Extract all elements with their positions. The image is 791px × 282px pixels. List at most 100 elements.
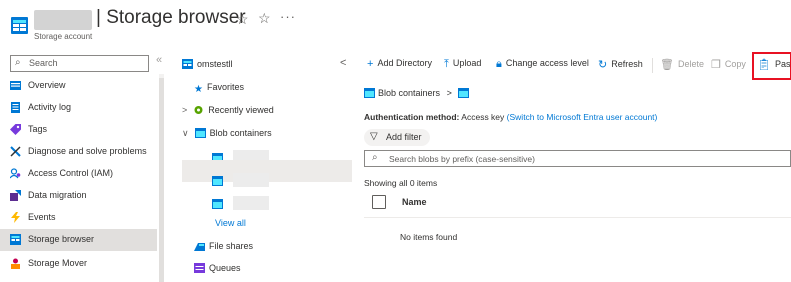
tree-account-label: omstestll (197, 59, 233, 69)
trash-icon: 🗑︎ (660, 59, 674, 71)
star-icon: ★ (194, 84, 203, 95)
page-title: | Storage browser (96, 7, 246, 28)
view-all-link[interactable]: View all (215, 218, 246, 228)
lightning-icon (11, 212, 20, 223)
copy-icon: ❐ (711, 59, 721, 71)
blob-search-input[interactable]: ⌕ Search blobs by prefix (case-sensitive… (364, 150, 791, 167)
refresh-button[interactable]: ↻ Refresh (598, 58, 643, 74)
add-directory-button[interactable]: + Add Directory (367, 58, 432, 74)
tree-favorites-label: Favorites (206, 82, 244, 92)
tree-container-3[interactable] (212, 196, 269, 210)
delete-button[interactable]: 🗑︎ Delete (660, 58, 704, 74)
menu-search-placeholder: Search (29, 58, 58, 68)
refresh-label: Refresh (611, 59, 643, 69)
upload-label: Upload (452, 58, 482, 68)
change-access-level-button[interactable]: 🔒︎ Change access level (496, 58, 589, 74)
storage-mover-icon (11, 258, 20, 269)
redacted-container-name (233, 173, 269, 187)
overview-icon (10, 81, 21, 90)
menu-item-activity-log[interactable]: Activity log (0, 97, 157, 119)
activity-log-icon (11, 102, 20, 113)
tree-favorites[interactable]: ★ Favorites (194, 82, 244, 95)
upload-button[interactable]: ⤒ Upload (444, 58, 481, 74)
change-access-label: Change access level (505, 58, 589, 68)
switch-auth-link[interactable]: (Switch to Microsoft Entra user account) (507, 112, 658, 122)
collapse-menu-icon[interactable]: « (156, 54, 162, 66)
menu-item-storage-browser[interactable]: Storage browser (0, 229, 157, 251)
redacted-container-name (233, 196, 269, 210)
favorite-star-icon[interactable]: ☆ (258, 10, 271, 27)
menu-scrollbar-thumb[interactable] (159, 78, 164, 282)
menu-item-iam[interactable]: Access Control (IAM) (0, 163, 157, 185)
tree-file-shares-label: File shares (209, 241, 254, 251)
auth-method-label: Authentication method: (364, 112, 460, 122)
refresh-icon: ↻ (598, 59, 608, 71)
menu-item-diagnose[interactable]: Diagnose and solve problems (0, 141, 157, 163)
menu-item-label: Access Control (IAM) (28, 168, 114, 178)
tree-recently-viewed-label: Recently viewed (208, 105, 274, 115)
data-migration-icon (10, 190, 21, 201)
collapse-tree-icon[interactable]: < (340, 57, 346, 69)
add-filter-button[interactable]: ▽ Add filter (364, 129, 430, 146)
menu-item-label: Storage browser (28, 234, 95, 244)
tree-queues-label: Queues (209, 263, 241, 273)
blob-container-icon (364, 88, 375, 98)
menu-item-overview[interactable]: Overview (0, 75, 157, 97)
plus-icon: + (367, 58, 374, 70)
tree-file-shares[interactable]: File shares (194, 241, 253, 251)
storage-account-icon (11, 17, 28, 34)
tree-container-2[interactable] (212, 173, 269, 187)
blob-container-icon (194, 128, 206, 138)
menu-item-storage-mover[interactable]: Storage Mover (0, 253, 157, 275)
menu-item-label: Events (28, 212, 56, 222)
recent-gear-icon (194, 106, 203, 114)
menu-search-input[interactable]: ⌕ Search (10, 55, 149, 72)
breadcrumb: Blob containers > (364, 88, 472, 98)
menu-item-events[interactable]: Events (0, 207, 157, 229)
tag-icon (10, 124, 21, 135)
container-icon (212, 199, 223, 209)
redacted-account-name (34, 10, 92, 30)
expand-chevron-icon[interactable]: > (182, 105, 187, 115)
menu-scrollbar[interactable] (159, 74, 164, 282)
header-divider (364, 217, 791, 218)
auth-method: Authentication method: Access key (Switc… (364, 112, 657, 122)
menu-item-data-migration[interactable]: Data migration (0, 185, 157, 207)
menu-item-tags[interactable]: Tags (0, 119, 157, 141)
storage-browser-icon (10, 234, 21, 245)
toolbar-divider (652, 58, 653, 73)
menu-item-label: Overview (28, 80, 66, 90)
paste-highlight-box (752, 52, 791, 80)
more-actions-icon[interactable]: ··· (280, 9, 296, 24)
wrench-icon (10, 146, 21, 157)
container-icon (212, 176, 223, 186)
tree-blob-containers-label: Blob containers (209, 128, 272, 138)
menu-item-label: Tags (28, 124, 48, 134)
storage-account-icon (182, 59, 193, 69)
collapse-chevron-icon[interactable]: ∨ (182, 128, 189, 138)
page-header: | Storage browser ☆ ☆ ··· Storage accoun… (0, 0, 791, 46)
tree-recently-viewed[interactable]: > Recently viewed (182, 105, 274, 115)
breadcrumb-root-link[interactable]: Blob containers (378, 88, 440, 98)
resource-type-label: Storage account (34, 32, 93, 41)
menu-item-label: Diagnose and solve problems (28, 146, 147, 156)
auth-method-value: Access key (461, 112, 505, 122)
tree-account[interactable]: omstestll (182, 59, 233, 69)
menu-item-label: Storage Mover (28, 258, 88, 268)
column-header-name[interactable]: Name (402, 197, 427, 207)
container-icon (458, 88, 470, 98)
lock-icon: 🔒︎ (496, 58, 502, 70)
copy-button[interactable]: ❐ Copy (711, 58, 746, 74)
storage-tree-panel: omstestll < ★ Favorites > Recently viewed … (172, 52, 352, 282)
search-icon: ⌕ (15, 57, 21, 68)
pin-icon[interactable]: ☆ (236, 11, 249, 28)
resource-menu: ⌕ Search « Overview Activity log Tags Di… (0, 52, 172, 282)
menu-item-label: Activity log (28, 102, 72, 112)
filter-icon: ▽ (370, 131, 378, 142)
blob-browser-main: + Add Directory ⤒ Upload 🔒︎ Change access l… (356, 52, 791, 282)
tree-blob-containers[interactable]: ∨ Blob containers (182, 128, 272, 139)
select-all-checkbox[interactable] (372, 195, 386, 209)
item-count: Showing all 0 items (364, 178, 438, 188)
tree-queues[interactable]: Queues (194, 263, 241, 273)
file-share-icon (194, 243, 205, 251)
